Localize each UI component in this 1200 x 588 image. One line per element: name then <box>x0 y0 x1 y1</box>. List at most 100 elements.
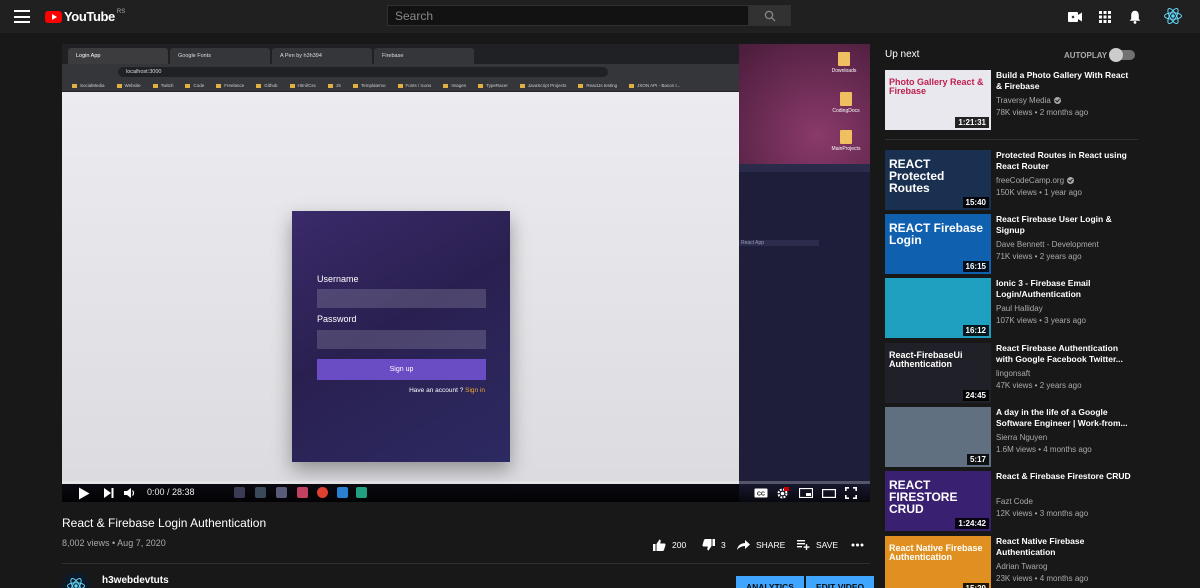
autoplay-toggle[interactable] <box>1109 48 1135 62</box>
play-button[interactable] <box>78 486 90 500</box>
recommendation-item[interactable]: REACT Protected Routes 15:40 Protected Rou… <box>885 150 1185 210</box>
recommendation-item[interactable]: 5:17 A day in the life of a Google Softwa… <box>885 407 1185 467</box>
signup-button: Sign up <box>317 359 486 380</box>
channel-avatar[interactable] <box>62 572 90 588</box>
verified-check-icon <box>1067 177 1075 185</box>
recommendation-title[interactable]: Build a Photo Gallery With React & Fireb… <box>996 70 1131 91</box>
duration-badge: 1:24:42 <box>955 518 989 529</box>
create-video-icon[interactable] <box>1066 8 1084 26</box>
dislike-button[interactable]: 3 <box>702 537 726 553</box>
recommendation-thumbnail[interactable]: REACT Firebase Login 16:15 <box>885 214 991 274</box>
masthead: YouTube RS Search <box>0 0 1200 33</box>
bookmark: JS <box>328 83 341 88</box>
volume-button[interactable] <box>124 486 136 500</box>
desktop-icon-codingdocs: CodingDocs <box>824 92 868 114</box>
recommendation-thumbnail[interactable]: React-FirebaseUi Authentication 24:45 <box>885 343 991 403</box>
username-field <box>317 289 486 308</box>
recommendation-item[interactable]: 16:12 Ionic 3 - Firebase Email Login/Auth… <box>885 278 1185 338</box>
bookmark: JSON API - Bacon I... <box>629 83 680 88</box>
recommendation-title[interactable]: React Native Firebase Authentication <box>996 536 1131 557</box>
bookmark: SocialMedia <box>72 83 105 88</box>
save-button[interactable]: SAVE <box>797 537 838 553</box>
password-label: Password <box>317 314 357 324</box>
apps-grid-icon[interactable] <box>1096 8 1114 26</box>
next-icon <box>104 488 114 498</box>
recommendation-item[interactable]: REACT Firebase Login 16:15 React Firebase … <box>885 214 1185 274</box>
search-button[interactable] <box>749 5 791 26</box>
desktop-icon-downloads: Downloads <box>822 52 866 74</box>
more-horizontal-icon <box>851 543 864 547</box>
recommendation-title[interactable]: React Firebase User Login & Signup <box>996 214 1131 235</box>
duration-badge: 15:40 <box>962 197 989 208</box>
thumbnail-text: REACT FIRESTORE CRUD <box>889 478 958 516</box>
recommendation-channel: lingonsaft <box>996 369 1030 378</box>
bookmark: Github <box>256 83 277 88</box>
dislike-count: 3 <box>721 540 726 550</box>
account-avatar-react-icon[interactable] <box>1163 6 1183 26</box>
edit-video-button[interactable]: EDIT VIDEO <box>806 576 875 588</box>
duration-badge: 15:29 <box>962 583 989 588</box>
recommendation-thumbnail[interactable]: REACT Protected Routes 15:40 <box>885 150 991 210</box>
duration-badge: 5:17 <box>966 454 989 465</box>
recommendation-meta: 71K views • 2 years ago <box>996 252 1082 261</box>
recommendation-title[interactable]: Ionic 3 - Firebase Email Login/Authentic… <box>996 278 1131 299</box>
bookmark: Freelance <box>216 83 244 88</box>
recommendation-meta: 150K views • 1 year ago <box>996 188 1082 197</box>
recommendation-channel: Sierra Nguyen <box>996 433 1047 442</box>
video-player[interactable]: Downloads CodingDocs MainProjects React … <box>62 44 870 502</box>
recommendation-meta: 12K views • 3 months ago <box>996 509 1089 518</box>
recommendation-meta: 47K views • 2 years ago <box>996 381 1082 390</box>
settings-button[interactable] <box>776 486 789 500</box>
share-button[interactable]: SHARE <box>737 537 785 553</box>
youtube-logo[interactable]: YouTube RS <box>45 8 125 25</box>
recommendation-item[interactable]: React Native Firebase Authentication 15:2… <box>885 536 1185 588</box>
recommendation-item[interactable]: React-FirebaseUi Authentication 24:45 Reac… <box>885 343 1185 403</box>
theater-mode-button[interactable] <box>822 486 836 500</box>
subtitles-button[interactable]: CC <box>754 486 768 500</box>
browser-tab: Google Fonts <box>170 48 270 64</box>
recommendation-item[interactable]: REACT FIRESTORE CRUD 1:24:42 React & Fireb… <box>885 471 1185 531</box>
recommendation-title[interactable]: React & Firebase Firestore CRUD <box>996 471 1131 482</box>
address-bar: localhost:3000 <box>118 67 608 77</box>
recommendation-title[interactable]: Protected Routes in React using React Ro… <box>996 150 1131 171</box>
save-label: SAVE <box>816 540 839 550</box>
channel-name-text: Fazt Code <box>996 497 1033 506</box>
bookmark: ReactJs testing <box>578 83 617 88</box>
bookmarks-bar: SocialMedia Website Twitch Code Freelanc… <box>62 80 739 92</box>
thumbnail-text: REACT Protected Routes <box>889 157 945 195</box>
recommendation-channel: Dave Bennett - Development <box>996 240 1099 249</box>
next-button[interactable] <box>104 486 114 500</box>
miniplayer-icon <box>799 488 813 498</box>
thumbs-up-icon <box>653 539 666 551</box>
recommendation-item[interactable]: Photo Gallery React & Firebase 1:21:31 Bui… <box>885 70 1185 130</box>
miniplayer-button[interactable] <box>799 486 813 500</box>
recommendation-title[interactable]: A day in the life of a Google Software E… <box>996 407 1131 428</box>
recommendation-thumbnail[interactable]: REACT FIRESTORE CRUD 1:24:42 <box>885 471 991 531</box>
recommendation-thumbnail[interactable]: React Native Firebase Authentication 15:2… <box>885 536 991 588</box>
channel-name-text: Dave Bennett - Development <box>996 240 1099 249</box>
recommendation-title[interactable]: React Firebase Authentication with Googl… <box>996 343 1131 364</box>
recommendation-thumbnail[interactable]: 5:17 <box>885 407 991 467</box>
fullscreen-button[interactable] <box>845 486 857 500</box>
channel-name-text: Traversy Media <box>996 96 1051 105</box>
recommendation-thumbnail[interactable]: Photo Gallery React & Firebase 1:21:31 <box>885 70 991 130</box>
thumbs-down-icon <box>702 539 715 551</box>
recommendation-thumbnail[interactable]: 16:12 <box>885 278 991 338</box>
notifications-bell-icon[interactable] <box>1126 8 1144 26</box>
taskbar-icon <box>276 487 287 498</box>
search-input[interactable]: Search <box>387 5 749 26</box>
recommendation-meta: 1.6M views • 4 months ago <box>996 445 1092 454</box>
channel-name[interactable]: h3webdevtuts <box>102 575 169 586</box>
login-card: Username Password Sign up Have an accoun… <box>292 211 510 462</box>
login-footer: Have an account ? Sign in <box>409 387 485 394</box>
more-actions-button[interactable] <box>851 537 864 553</box>
browser-tab: A Pen by h3h394 <box>272 48 372 64</box>
bookmark: Website <box>117 83 141 88</box>
bookmark: Fonts / Icons <box>398 83 432 88</box>
hamburger-menu-icon[interactable] <box>14 10 30 23</box>
recommendation-channel: Paul Halliday <box>996 304 1043 313</box>
thumbnail-text: React-FirebaseUi Authentication <box>889 350 963 369</box>
theater-icon <box>822 488 836 498</box>
analytics-button[interactable]: ANALYTICS <box>736 576 804 588</box>
like-button[interactable]: 200 <box>653 537 686 553</box>
